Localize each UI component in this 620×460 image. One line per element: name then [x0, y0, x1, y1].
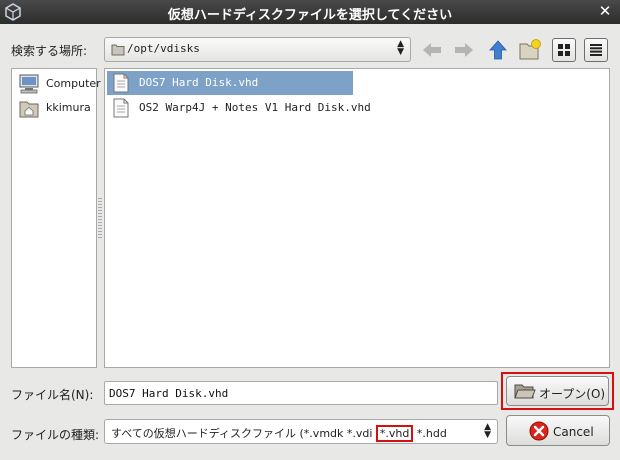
cancel-button-label: Cancel	[553, 425, 594, 439]
folder-open-icon	[514, 384, 536, 399]
cancel-icon	[529, 421, 549, 441]
file-name: OS2 Warp4J + Notes V1 Hard Disk.vhd	[139, 101, 371, 114]
folder-icon	[111, 44, 125, 56]
places-sidebar: Computer kkimura	[11, 68, 101, 368]
filetype-highlight: *.vhd	[375, 425, 414, 442]
chevron-updown-icon: ▲ ▼	[397, 39, 404, 57]
file-icon	[113, 73, 129, 93]
open-button-label: オープン(O)	[539, 387, 606, 401]
computer-icon	[19, 74, 39, 94]
place-label: kkimura	[46, 101, 91, 114]
list-view-icon	[590, 44, 602, 56]
place-home[interactable]: kkimura	[16, 97, 96, 119]
filename-field[interactable]	[104, 381, 498, 405]
filetype-label: ファイルの種類:	[11, 428, 100, 442]
file-name: DOS7 Hard Disk.vhd	[139, 76, 259, 89]
location-combo[interactable]: /opt/vdisks ▲ ▼	[104, 37, 411, 62]
home-folder-icon	[19, 101, 39, 118]
grid-view-icon	[558, 44, 570, 56]
filename-input[interactable]	[105, 382, 497, 404]
cancel-button[interactable]: Cancel	[506, 415, 610, 446]
filetype-combo[interactable]: すべての仮想ハードディスクファイル (*.vmdk *.vdi *.vhd *.…	[104, 419, 498, 444]
forward-arrow-icon[interactable]	[452, 38, 476, 62]
list-view-button[interactable]	[584, 38, 608, 62]
place-label: Computer	[46, 77, 101, 90]
window-title: 仮想ハードディスクファイルを選択してください	[167, 8, 453, 23]
filetype-text: すべての仮想ハードディスクファイル (*.vmdk *.vdi *.vhd *.…	[111, 425, 447, 442]
up-arrow-icon[interactable]	[486, 38, 510, 62]
file-list: DOS7 Hard Disk.vhd OS2 Warp4J + Notes V1…	[104, 68, 610, 368]
file-row[interactable]: OS2 Warp4J + Notes V1 Hard Disk.vhd	[107, 96, 407, 120]
chevron-updown-icon: ▲ ▼	[484, 422, 491, 440]
open-button[interactable]: オープン(O)	[506, 376, 609, 406]
filename-label: ファイル名(N):	[11, 388, 94, 402]
filetype-prefix: すべての仮想ハードディスクファイル (*.vmdk *.vdi	[111, 427, 376, 440]
pane-splitter[interactable]	[98, 198, 102, 238]
close-icon[interactable]: ✕	[596, 2, 614, 20]
filetype-suffix: *.hdd	[413, 427, 447, 440]
title-bar: 仮想ハードディスクファイルを選択してください ✕	[0, 0, 620, 24]
back-arrow-icon[interactable]	[420, 38, 444, 62]
location-label: 検索する場所:	[11, 44, 88, 58]
file-icon	[113, 98, 129, 118]
icon-view-button[interactable]	[552, 38, 576, 62]
place-computer[interactable]: Computer	[16, 73, 101, 95]
location-path: /opt/vdisks	[127, 42, 200, 55]
file-row[interactable]: DOS7 Hard Disk.vhd	[107, 71, 353, 95]
new-folder-icon[interactable]	[518, 38, 542, 62]
